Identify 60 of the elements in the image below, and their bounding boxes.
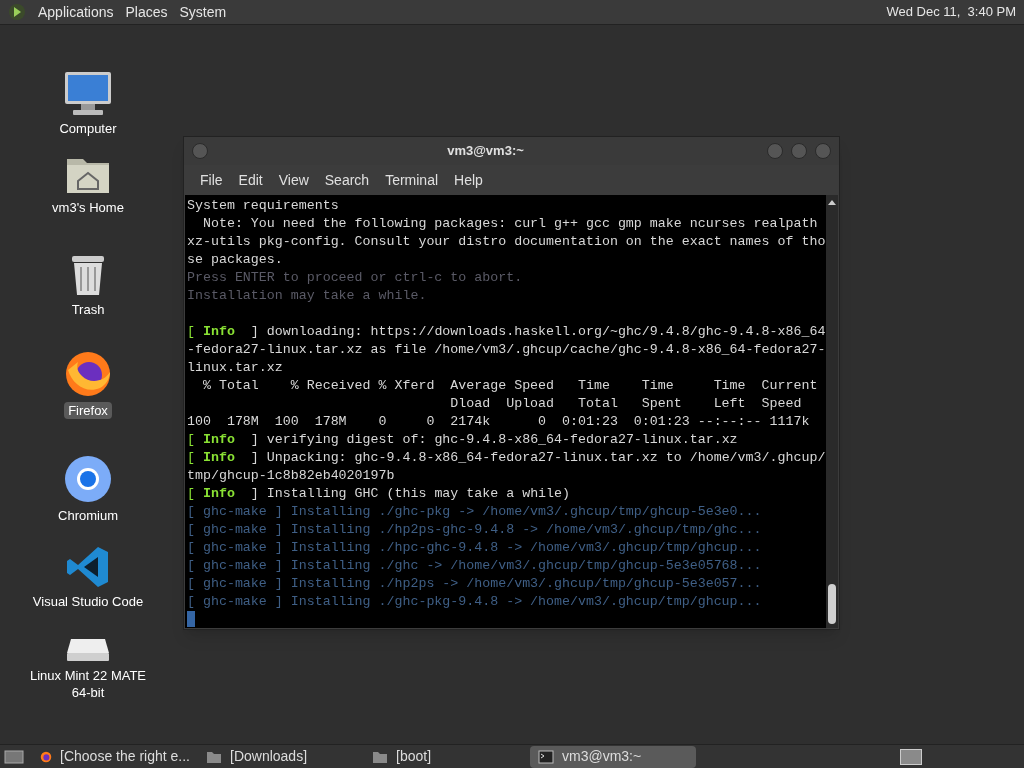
terminal-line: -fedora27-linux.tar.xz as file /home/vm3/.ghcup/cache/ghc-9.4.8-x86_64-fedora27- — [187, 341, 826, 359]
monitor-icon — [63, 70, 113, 116]
desktop-icon-label[interactable]: Visual Studio Code — [28, 593, 148, 610]
menu-item[interactable]: View — [270, 169, 317, 191]
fox-globe-icon — [64, 350, 112, 398]
terminal-line: System requirements — [187, 197, 339, 215]
terminal-line: tmp/ghcup-1c8b82eb4020197b — [187, 467, 395, 485]
taskbar-button[interactable]: [Downloads] — [198, 745, 364, 768]
terminal-line: [ ghc-make ] Installing ./hpc-ghc-9.4.8 -> /home/vm3/.ghcup/tmp/ghcup... — [187, 539, 762, 557]
terminal-line: [ ghc-make ] Installing ./hp2ps-ghc-9.4.8 -> /home/vm3/.ghcup/tmp/ghc... — [187, 521, 762, 539]
show-desktop-icon[interactable] — [4, 748, 24, 765]
desktop-icon-label[interactable]: Linux Mint 22 MATE 64-bit — [18, 667, 158, 701]
terminal-line: [ ghc-make ] Installing ./ghc -> /home/vm3/.ghcup/tmp/ghcup-5e3e05768... — [187, 557, 762, 575]
terminal-line: % Total % Received % Xferd Average Speed Time Time Time Current — [201, 377, 818, 395]
round-browser-icon — [64, 455, 112, 503]
terminal-line: [ ghc-make ] Installing ./hp2ps -> /home/vm3/.ghcup/tmp/ghcup-5e3e057... — [187, 575, 762, 593]
terminal-line: Press ENTER to proceed or ctrl-c to abort. — [187, 269, 523, 287]
clock[interactable]: Wed Dec 11, 3:40 PM — [886, 2, 1016, 22]
code-editor-icon — [66, 545, 110, 589]
terminal-line: Note: You need the following packages: curl g++ gcc gmp make ncurses realpath — [201, 215, 818, 233]
text-cursor-icon — [187, 611, 195, 627]
terminal-line: Dload Upload Total Spent Left Speed — [449, 395, 802, 413]
menu-logo-icon[interactable] — [8, 3, 26, 21]
terminal-line: [ ghc-make ] Installing ./ghc-pkg -> /home/vm3/.ghcup/tmp/ghcup-5e3e0... — [187, 503, 762, 521]
drive-icon — [65, 637, 111, 663]
terminal-line: se packages. — [187, 251, 283, 269]
terminal-line: [ ghc-make ] Installing ./ghc-pkg-9.4.8 -> /home/vm3/.ghcup/tmp/ghcup... — [187, 593, 762, 611]
desktop-icon-label[interactable]: Firefox — [64, 402, 112, 419]
desktop-icon-label[interactable]: Chromium — [54, 507, 122, 524]
menu-item[interactable]: Terminal — [377, 169, 447, 191]
folder-icon — [372, 749, 388, 764]
terminal-line: [ Info ] downloading: https://downloads.haskell.org/~ghc/9.4.8/ghc-9.4.8-x86_64 — [187, 323, 826, 341]
terminal-line: 100 178M 100 178M 0 0 2174k 0 0:01:23 0:01:23 --:--:-- 1117k — [187, 413, 810, 431]
panel-menu[interactable]: System — [179, 1, 227, 23]
desktop-icon-label[interactable]: vm3's Home — [48, 199, 128, 216]
folder-icon — [206, 749, 222, 764]
terminal-line: [ Info ] Unpacking: ghc-9.4.8-x86_64-fedora27-linux.tar.xz to /home/vm3/.ghcup/ — [187, 449, 826, 467]
desktop-icon-label[interactable]: Computer — [55, 120, 121, 137]
terminal-line: [ Info ] verifying digest of: ghc-9.4.8-x86_64-fedora27-linux.tar.xz — [187, 431, 738, 449]
taskbar-button[interactable]: vm3@vm3:~ — [530, 745, 696, 768]
taskbar-button[interactable]: [boot] — [364, 745, 530, 768]
scrollbar[interactable] — [826, 195, 838, 628]
menu-item[interactable]: Help — [446, 169, 491, 191]
window-title: vm3@vm3:~ — [446, 142, 525, 161]
panel-menu[interactable]: Applications — [38, 1, 114, 23]
taskbar-button[interactable]: [Choose the right e... — [32, 745, 198, 768]
terminal-line: Installation may take a while. — [187, 287, 427, 305]
scrollbar-thumb[interactable] — [828, 584, 836, 624]
workspace-switcher[interactable] — [900, 748, 922, 765]
terminal-line: linux.tar.xz — [187, 359, 283, 377]
up-arrow-icon[interactable] — [828, 199, 836, 207]
menu-item[interactable]: File — [192, 169, 231, 191]
trash-icon — [69, 253, 107, 297]
terminal-line: [ Info ] Installing GHC (this may take a while) — [187, 485, 571, 503]
panel-menu[interactable]: Places — [125, 1, 168, 23]
menu-item[interactable]: Edit — [230, 169, 271, 191]
desktop-icon-label[interactable]: Trash — [67, 301, 109, 318]
terminal-line: xz-utils pkg-config. Consult your distro documentation on the exact names of tho — [187, 233, 826, 251]
terminal-icon — [538, 749, 554, 764]
menu-item[interactable]: Search — [316, 169, 378, 191]
